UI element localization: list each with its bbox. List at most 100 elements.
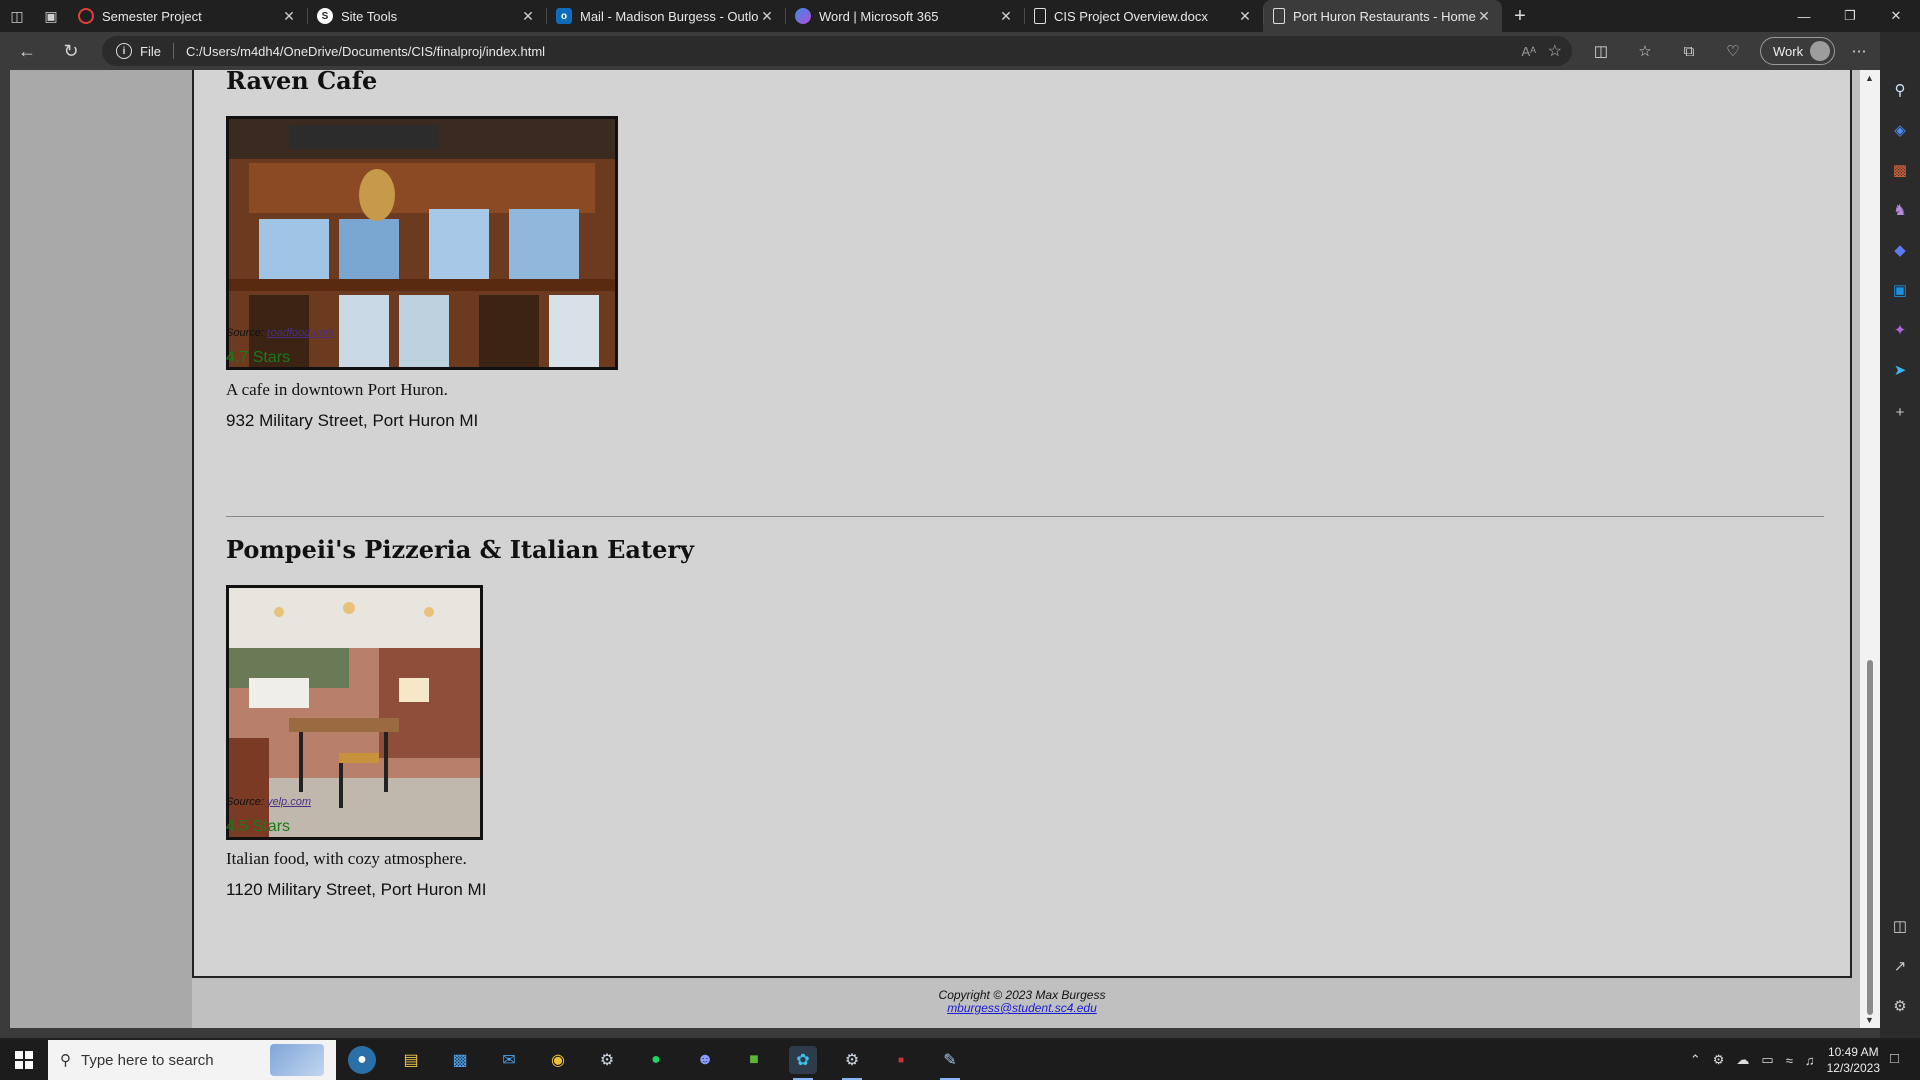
avatar — [1810, 41, 1830, 61]
settings-gear-icon[interactable]: ⚙ — [1888, 994, 1912, 1018]
mail-icon[interactable]: ✉ — [495, 1046, 523, 1074]
browser-essentials-icon[interactable]: ♡ — [1720, 38, 1746, 64]
spotify-icon[interactable]: ● — [642, 1046, 670, 1074]
tab-port-huron-restaurants[interactable]: Port Huron Restaurants - Home Page ✕ — [1263, 0, 1502, 32]
left-margin-column — [10, 70, 192, 1028]
document-icon — [1273, 8, 1285, 24]
browser-toolbar: ← ↻ i File C:/Users/m4dh4/OneDrive/Docum… — [0, 32, 1920, 70]
document-icon — [1034, 8, 1046, 24]
new-tab-button[interactable]: + — [1502, 0, 1538, 32]
restaurant-name: Raven Cafe — [226, 70, 378, 95]
minimize-button[interactable]: — — [1782, 0, 1826, 32]
profile-label: Work — [1773, 43, 1804, 59]
address-bar[interactable]: i File C:/Users/m4dh4/OneDrive/Documents… — [102, 36, 1572, 66]
m365-icon — [795, 8, 811, 24]
close-tab-icon[interactable]: ✕ — [520, 8, 536, 25]
battery-icon[interactable]: ▭ — [1761, 1052, 1773, 1068]
source-link[interactable]: yelp.com — [267, 796, 311, 808]
search-highlight-image — [270, 1044, 324, 1076]
file-explorer-icon[interactable]: ▤ — [397, 1046, 425, 1074]
open-external-icon[interactable]: ↗ — [1888, 954, 1912, 978]
rating-text: 4.5 Stars — [226, 818, 291, 835]
read-aloud-icon[interactable]: Aᴬ — [1521, 44, 1536, 59]
add-sidebar-app-icon[interactable]: + — [1888, 400, 1912, 424]
tab-semester-project[interactable]: Semester Project ✕ — [68, 0, 307, 32]
tab-strip: ◫ ▣ Semester Project ✕ S Site Tools ✕ o … — [0, 0, 1920, 32]
s-logo-icon: S — [317, 8, 333, 24]
close-window-button[interactable]: ✕ — [1874, 0, 1918, 32]
volume-icon[interactable]: ♫ — [1805, 1053, 1815, 1068]
microsoft-store-icon[interactable]: ▩ — [446, 1046, 474, 1074]
steam-tray-icon[interactable]: ⚙ — [1713, 1052, 1725, 1068]
restore-button[interactable]: ❐ — [1828, 0, 1872, 32]
contact-email-link[interactable]: mburgess@student.sc4.edu — [947, 1001, 1097, 1015]
tab-title: CIS Project Overview.docx — [1054, 8, 1208, 24]
tab-title: Port Huron Restaurants - Home Page — [1293, 8, 1476, 24]
source-label: Source: — [226, 796, 264, 808]
collections-icon[interactable]: ⧉ — [1676, 38, 1702, 64]
scroll-up-arrow-icon[interactable]: ▲ — [1865, 73, 1874, 83]
workspaces-icon[interactable]: ◫ — [0, 0, 34, 32]
search-icon[interactable]: ⚲ — [1888, 78, 1912, 102]
tab-title: Mail - Madison Burgess - Outlook — [580, 8, 759, 24]
notepad-icon[interactable]: ✎ — [936, 1046, 964, 1080]
close-tab-icon[interactable]: ✕ — [1237, 8, 1253, 25]
chrome-icon[interactable]: ◉ — [544, 1046, 572, 1074]
circle-arrow-icon — [78, 8, 94, 24]
info-icon[interactable]: i — [116, 43, 132, 59]
clock-date: 12/3/2023 — [1826, 1061, 1880, 1075]
back-button[interactable]: ← — [12, 36, 42, 66]
tab-site-tools[interactable]: S Site Tools ✕ — [307, 0, 546, 32]
search-placeholder: Type here to search — [81, 1051, 214, 1069]
close-tab-icon[interactable]: ✕ — [1476, 8, 1492, 25]
tab-outlook-mail[interactable]: o Mail - Madison Burgess - Outlook ✕ — [546, 0, 785, 32]
onedrive-icon[interactable]: ☁ — [1736, 1052, 1749, 1068]
favorites-icon[interactable]: ☆ — [1632, 38, 1658, 64]
more-menu-icon[interactable]: ⋯ — [1846, 38, 1872, 64]
close-tab-icon[interactable]: ✕ — [998, 8, 1014, 25]
tab-title: Word | Microsoft 365 — [819, 8, 939, 24]
page-footer: Copyright © 2023 Max Burgess mburgess@st… — [192, 978, 1852, 1028]
start-button[interactable] — [0, 1040, 48, 1080]
taskbar-search-box[interactable]: ⚲ Type here to search — [48, 1040, 336, 1080]
steam-icon[interactable]: ⚙ — [593, 1046, 621, 1074]
discord-icon[interactable]: ☻ — [691, 1046, 719, 1074]
system-tray: ⌃ ⚙ ☁ ▭ ≈ ♫ 10:49 AM 12/3/2023 — [1690, 1040, 1880, 1080]
refresh-button[interactable]: ↻ — [56, 36, 86, 66]
outlook-icon[interactable]: ▣ — [1888, 278, 1912, 302]
profile-button[interactable]: Work — [1760, 37, 1835, 65]
game-app-icon[interactable]: ■ — [887, 1046, 915, 1074]
close-tab-icon[interactable]: ✕ — [759, 8, 775, 25]
tab-word-365[interactable]: Word | Microsoft 365 ✕ — [785, 0, 1024, 32]
edge-browser-icon[interactable]: ✿ — [789, 1046, 817, 1080]
scroll-down-arrow-icon[interactable]: ▼ — [1865, 1015, 1874, 1025]
tab-cis-project-overview[interactable]: CIS Project Overview.docx ✕ — [1024, 0, 1263, 32]
designer-icon[interactable]: ✦ — [1888, 318, 1912, 342]
restaurant-name: Pompeii's Pizzeria & Italian Eatery — [226, 535, 694, 564]
tab-actions-icon[interactable]: ▣ — [34, 0, 68, 32]
section-divider — [226, 516, 1824, 517]
restaurant-address: 1120 Military Street, Port Huron MI — [226, 880, 487, 899]
vertical-scrollbar[interactable]: ▲ ▼ — [1860, 70, 1880, 1028]
shopping-tag-icon[interactable]: ◈ — [1888, 118, 1912, 142]
steam-running-icon[interactable]: ⚙ — [838, 1046, 866, 1080]
split-screen-icon[interactable]: ◫ — [1588, 38, 1614, 64]
favorite-star-icon[interactable]: ☆ — [1548, 41, 1562, 61]
task-view-icon[interactable]: ● — [348, 1046, 376, 1074]
drop-send-icon[interactable]: ➤ — [1888, 358, 1912, 382]
system-clock[interactable]: 10:49 AM 12/3/2023 — [1827, 1044, 1880, 1076]
wifi-icon[interactable]: ≈ — [1786, 1053, 1793, 1068]
scrollbar-thumb[interactable] — [1867, 660, 1873, 1015]
hide-sidebar-icon[interactable]: ◫ — [1888, 914, 1912, 938]
close-tab-icon[interactable]: ✕ — [281, 8, 297, 25]
games-icon[interactable]: ♞ — [1888, 198, 1912, 222]
notifications-icon[interactable]: □ — [1890, 1050, 1910, 1070]
source-link[interactable]: roadfood.com — [267, 327, 334, 339]
page-viewport: Raven Cafe Source: roadfood.com 4.7 Star… — [0, 70, 1880, 1038]
address-url[interactable]: C:/Users/m4dh4/OneDrive/Documents/CIS/fi… — [186, 44, 545, 59]
show-hidden-icons-chevron-icon[interactable]: ⌃ — [1690, 1052, 1701, 1068]
minecraft-icon[interactable]: ■ — [740, 1046, 768, 1074]
microsoft-365-icon[interactable]: ◆ — [1888, 238, 1912, 262]
tools-briefcase-icon[interactable]: ▩ — [1888, 158, 1912, 182]
source-label: Source: — [226, 327, 264, 339]
